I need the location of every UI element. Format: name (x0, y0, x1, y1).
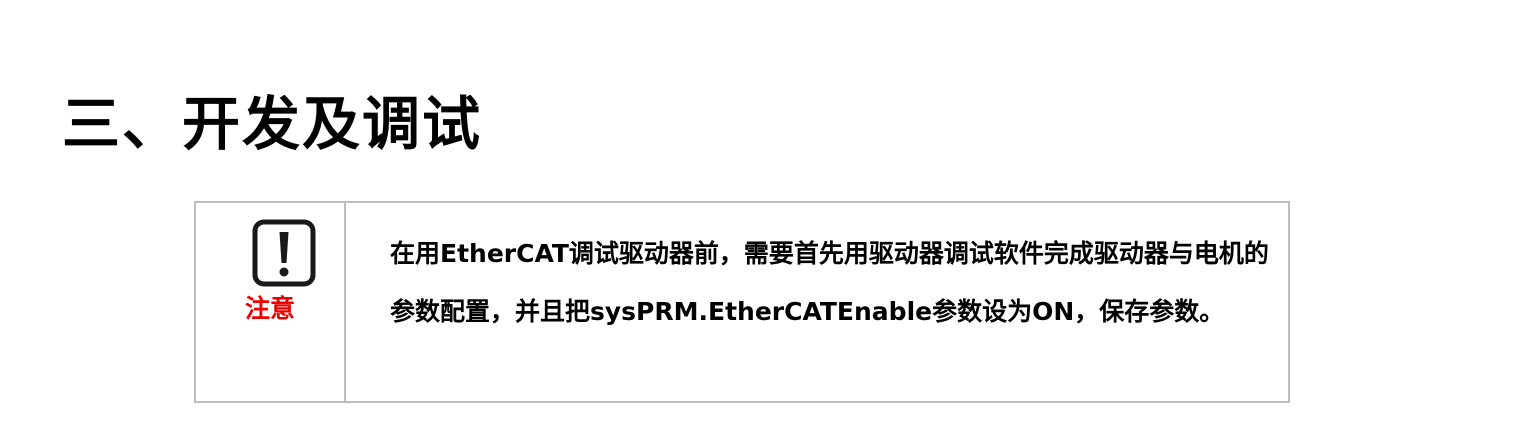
exclamation-icon (252, 219, 316, 287)
notice-label: 注意 (244, 294, 295, 323)
notice-text: 在用EtherCAT调试驱动器前，需要首先用驱动器调试软件完成驱动器与电机的参数… (390, 239, 1269, 326)
notice-icon-cell: 注意 (196, 203, 346, 401)
notice-box: 注意 在用EtherCAT调试驱动器前，需要首先用驱动器调试软件完成驱动器与电机… (194, 201, 1290, 403)
section-title: 三、开发及调试 (62, 90, 483, 158)
notice-text-cell: 在用EtherCAT调试驱动器前，需要首先用驱动器调试软件完成驱动器与电机的参数… (346, 203, 1288, 401)
